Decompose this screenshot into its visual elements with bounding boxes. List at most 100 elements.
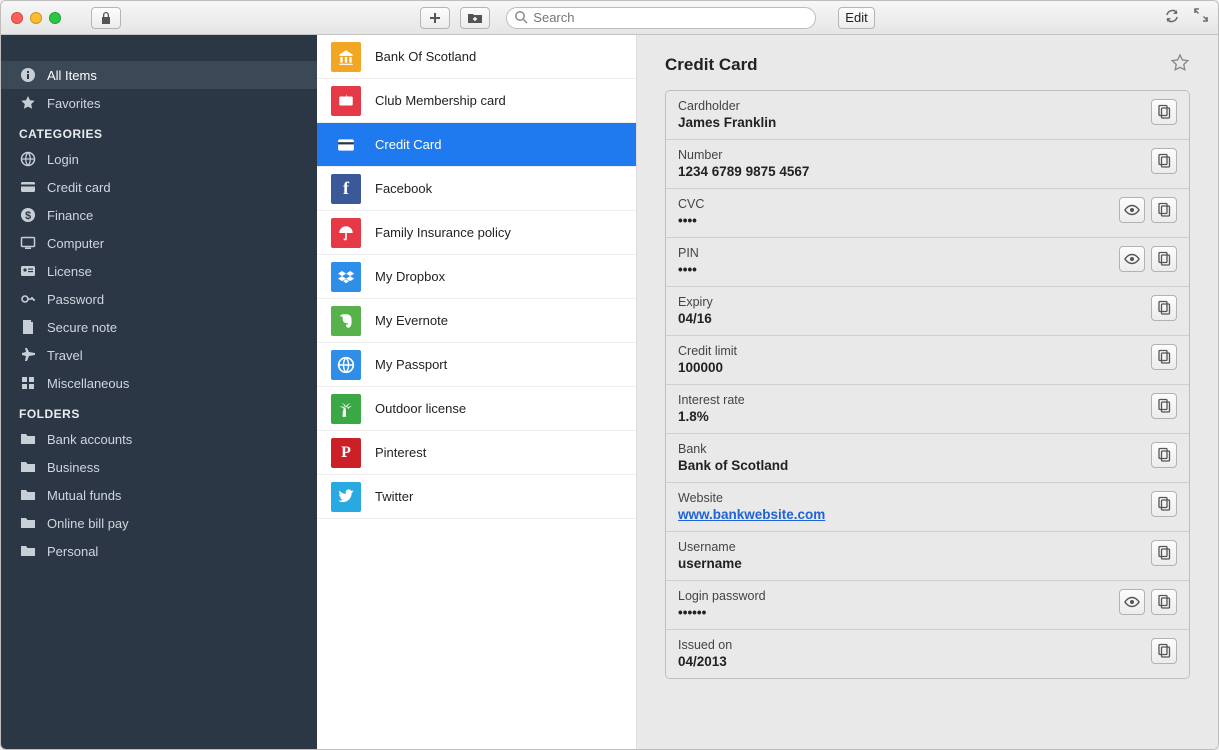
umbrella-icon <box>331 218 361 248</box>
copy-button[interactable] <box>1151 491 1177 517</box>
field-value: James Franklin <box>678 115 1143 130</box>
expand-button[interactable] <box>1194 8 1208 27</box>
search-icon <box>514 10 528 27</box>
sidebar-folder-online-bill-pay[interactable]: Online bill pay <box>1 509 317 537</box>
field-actions <box>1119 246 1177 272</box>
copy-button[interactable] <box>1151 442 1177 468</box>
reveal-button[interactable] <box>1119 246 1145 272</box>
copy-icon <box>1156 153 1172 169</box>
field-label: Issued on <box>678 638 1143 652</box>
sidebar-category-secure-note[interactable]: Secure note <box>1 313 317 341</box>
field-actions <box>1151 393 1177 419</box>
sidebar-item-label: Online bill pay <box>47 516 129 531</box>
list-item[interactable]: My Dropbox <box>317 255 636 299</box>
sidebar-folder-business[interactable]: Business <box>1 453 317 481</box>
field-value: •••• <box>678 262 1111 277</box>
expand-icon <box>1194 8 1208 22</box>
detail-field: Number 1234 6789 9875 4567 <box>666 139 1189 188</box>
sidebar-item-label: All Items <box>47 68 97 83</box>
copy-button[interactable] <box>1151 589 1177 615</box>
sidebar-folder-mutual-funds[interactable]: Mutual funds <box>1 481 317 509</box>
sidebar-category-credit-card[interactable]: Credit card <box>1 173 317 201</box>
sidebar-item-label: Miscellaneous <box>47 376 129 391</box>
field-value: •••• <box>678 213 1111 228</box>
field-actions <box>1151 344 1177 370</box>
field-actions <box>1151 295 1177 321</box>
sync-button[interactable] <box>1164 8 1180 27</box>
favorite-toggle[interactable] <box>1170 53 1190 76</box>
detail-field: Username username <box>666 531 1189 580</box>
copy-button[interactable] <box>1151 344 1177 370</box>
list-item[interactable]: Family Insurance policy <box>317 211 636 255</box>
copy-button[interactable] <box>1151 540 1177 566</box>
list-item[interactable]: Club Membership card <box>317 79 636 123</box>
copy-button[interactable] <box>1151 197 1177 223</box>
detail-field-card: Cardholder James Franklin Number 1234 67… <box>665 90 1190 679</box>
copy-button[interactable] <box>1151 148 1177 174</box>
sidebar-folder-personal[interactable]: Personal <box>1 537 317 565</box>
list-item[interactable]: Credit Card <box>317 123 636 167</box>
edit-button[interactable]: Edit <box>838 7 874 29</box>
reveal-button[interactable] <box>1119 197 1145 223</box>
field-actions <box>1119 197 1177 223</box>
field-actions <box>1151 638 1177 664</box>
sidebar-folder-bank-accounts[interactable]: Bank accounts <box>1 425 317 453</box>
copy-button[interactable] <box>1151 393 1177 419</box>
copy-icon <box>1156 545 1172 561</box>
new-folder-button[interactable] <box>460 7 490 29</box>
copy-button[interactable] <box>1151 638 1177 664</box>
sidebar-category-finance[interactable]: Finance <box>1 201 317 229</box>
lock-button[interactable] <box>91 7 121 29</box>
field-value: 04/2013 <box>678 654 1143 669</box>
grid-icon <box>19 375 37 391</box>
field-label: CVC <box>678 197 1111 211</box>
field-label: Expiry <box>678 295 1143 309</box>
star-icon <box>19 95 37 111</box>
sidebar-category-computer[interactable]: Computer <box>1 229 317 257</box>
add-item-button[interactable] <box>420 7 450 29</box>
list-item-label: Bank Of Scotland <box>375 49 476 64</box>
list-item-label: Outdoor license <box>375 401 466 416</box>
eye-icon <box>1124 594 1140 610</box>
sidebar-item-label: Credit card <box>47 180 111 195</box>
plus-icon <box>429 12 441 24</box>
search-input[interactable] <box>506 7 816 29</box>
zoom-window-button[interactable] <box>49 12 61 24</box>
reveal-button[interactable] <box>1119 589 1145 615</box>
field-actions <box>1151 148 1177 174</box>
sidebar-category-miscellaneous[interactable]: Miscellaneous <box>1 369 317 397</box>
close-window-button[interactable] <box>11 12 23 24</box>
field-value: 1.8% <box>678 409 1143 424</box>
sidebar-category-travel[interactable]: Travel <box>1 341 317 369</box>
sidebar-item-favorites[interactable]: Favorites <box>1 89 317 117</box>
list-item[interactable]: P Pinterest <box>317 431 636 475</box>
folder-icon <box>19 459 37 475</box>
field-label: Cardholder <box>678 99 1143 113</box>
list-item-label: Credit Card <box>375 137 441 152</box>
copy-icon <box>1156 202 1172 218</box>
minimize-window-button[interactable] <box>30 12 42 24</box>
sidebar-item-label: Travel <box>47 348 83 363</box>
note-icon <box>19 319 37 335</box>
field-actions <box>1151 540 1177 566</box>
field-label: Credit limit <box>678 344 1143 358</box>
list-item[interactable]: My Evernote <box>317 299 636 343</box>
field-label: PIN <box>678 246 1111 260</box>
list-item[interactable]: Bank Of Scotland <box>317 35 636 79</box>
list-item[interactable]: Outdoor license <box>317 387 636 431</box>
sidebar-category-password[interactable]: Password <box>1 285 317 313</box>
field-value[interactable]: www.bankwebsite.com <box>678 507 1143 522</box>
copy-button[interactable] <box>1151 99 1177 125</box>
field-value: Bank of Scotland <box>678 458 1143 473</box>
list-item[interactable]: Twitter <box>317 475 636 519</box>
star-outline-icon <box>1170 53 1190 73</box>
monitor-icon <box>19 235 37 251</box>
sidebar-category-login[interactable]: Login <box>1 145 317 173</box>
sidebar-item-all-items[interactable]: All Items <box>1 61 317 89</box>
list-item[interactable]: My Passport <box>317 343 636 387</box>
sidebar-category-license[interactable]: License <box>1 257 317 285</box>
copy-button[interactable] <box>1151 295 1177 321</box>
copy-button[interactable] <box>1151 246 1177 272</box>
list-item-label: My Dropbox <box>375 269 445 284</box>
list-item[interactable]: f Facebook <box>317 167 636 211</box>
